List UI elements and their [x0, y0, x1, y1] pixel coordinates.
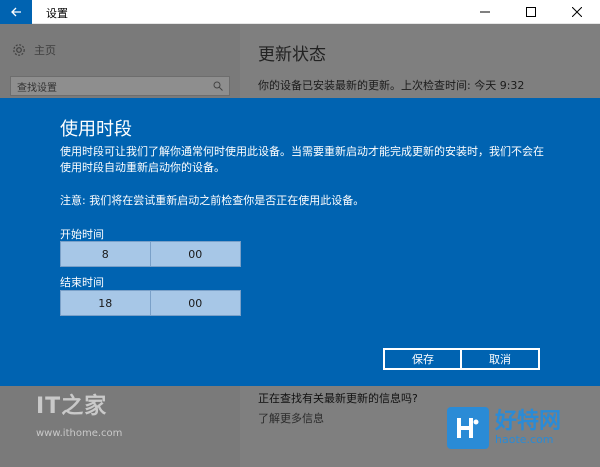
start-hour-field[interactable]: 8: [61, 242, 151, 266]
close-icon: [572, 7, 582, 17]
title-bar: 设置: [0, 0, 600, 24]
start-time-picker[interactable]: 8 00: [60, 241, 241, 267]
minimize-button[interactable]: [462, 0, 508, 24]
page-title: 更新状态: [258, 45, 326, 65]
window-title: 设置: [46, 7, 68, 20]
save-button[interactable]: 保存: [383, 348, 463, 370]
start-minute-field[interactable]: 00: [151, 242, 241, 266]
maximize-button[interactable]: [508, 0, 554, 24]
dialog-title: 使用时段: [60, 119, 132, 140]
end-time-label: 结束时间: [60, 276, 104, 289]
haote-logo-icon: [447, 407, 489, 449]
end-hour-field[interactable]: 18: [61, 291, 151, 315]
back-button[interactable]: [0, 0, 32, 24]
dialog-note: 注意: 我们将在尝试重新启动之前检查你是否正在使用此设备。: [60, 194, 365, 207]
start-time-label: 开始时间: [60, 228, 104, 241]
search-icon: [213, 81, 223, 91]
search-placeholder: 查找设置: [17, 82, 57, 94]
haote-watermark: 好特网 haote.com: [447, 407, 561, 449]
update-info-question: 正在查找有关最新更新的信息吗?: [258, 392, 418, 405]
haote-url: haote.com: [495, 433, 554, 446]
arrow-left-icon: [11, 7, 21, 17]
end-minute-field[interactable]: 00: [151, 291, 241, 315]
sidebar-item-home[interactable]: 主页: [12, 42, 56, 58]
dialog-description: 使用时段可让我们了解你通常何时使用此设备。当需要重新启动才能完成更新的安装时，我…: [60, 145, 544, 174]
close-button[interactable]: [554, 0, 600, 24]
ithome-watermark: IT之家: [36, 394, 108, 419]
active-hours-dialog: 使用时段 使用时段可让我们了解你通常何时使用此设备。当需要重新启动才能完成更新的…: [0, 98, 600, 386]
sidebar-home-label: 主页: [34, 44, 56, 57]
maximize-icon: [526, 7, 536, 17]
search-input[interactable]: 查找设置: [10, 76, 230, 96]
minimize-icon: [480, 11, 490, 13]
haote-name: 好特网: [495, 409, 562, 434]
end-time-picker[interactable]: 18 00: [60, 290, 241, 316]
gear-icon: [13, 44, 25, 56]
update-status-text: 你的设备已安装最新的更新。上次检查时间: 今天 9:32: [258, 79, 525, 92]
cancel-button[interactable]: 取消: [460, 348, 540, 370]
learn-more-link[interactable]: 了解更多信息: [258, 410, 324, 426]
ithome-url-watermark: www.ithome.com: [36, 428, 123, 439]
